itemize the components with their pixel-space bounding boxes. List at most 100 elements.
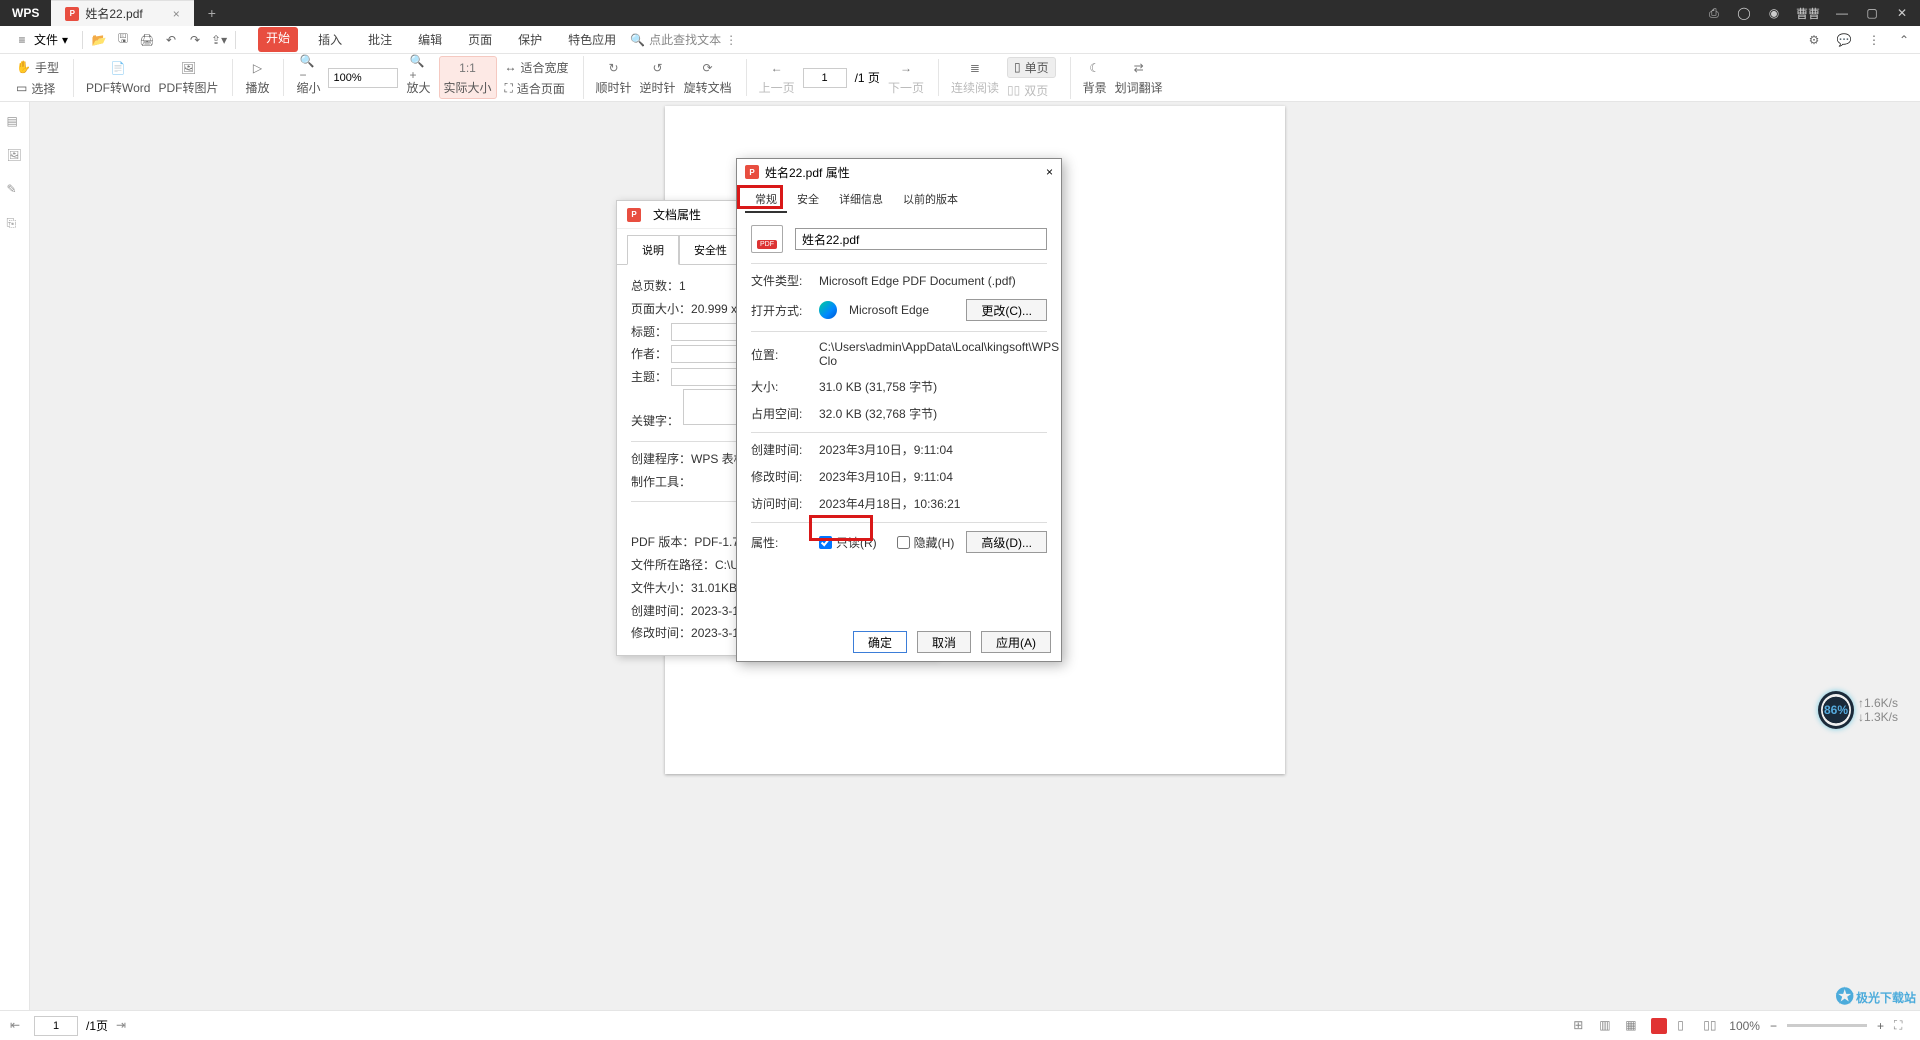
tab-general[interactable]: 常规 <box>745 187 787 213</box>
actual-size-button[interactable]: 1:1实际大小 <box>439 56 497 99</box>
status-page-input[interactable] <box>34 1016 78 1036</box>
select-tool[interactable]: ▭选择 <box>16 80 59 97</box>
overflow-icon[interactable]: ⋮ <box>1866 32 1882 48</box>
top-toolbar: ≡ 文件 ▾ 📂 🖫 🖨 ↶ ↷ ⇪▾ 开始 插入 批注 编辑 页面 保护 特色… <box>0 26 1920 54</box>
more-icon: ⋮ <box>725 33 737 47</box>
spread-icon[interactable]: ▯▯ <box>1703 1018 1719 1034</box>
page-number-input[interactable] <box>803 68 847 88</box>
tab-description[interactable]: 说明 <box>627 235 679 265</box>
maximize-icon[interactable]: ▢ <box>1864 5 1880 21</box>
fit-page-button[interactable]: ⛶适合页面 <box>505 80 569 97</box>
double-page-button[interactable]: ▯▯双页 <box>1007 82 1056 99</box>
rotate-doc-button[interactable]: ⟳旋转文档 <box>684 59 732 96</box>
close-icon[interactable]: × <box>1046 165 1053 179</box>
export-icon[interactable]: ⇪▾ <box>211 32 227 48</box>
tab-page[interactable]: 页面 <box>462 27 498 52</box>
fit-width-button[interactable]: ↔适合宽度 <box>505 59 569 76</box>
play-button[interactable]: ▷播放 <box>245 59 269 96</box>
notification-icon[interactable]: ⎙ <box>1706 5 1722 21</box>
add-tab-button[interactable]: + <box>194 5 230 21</box>
background-button[interactable]: ☾背景 <box>1083 59 1107 96</box>
fullscreen-icon[interactable]: ⛶ <box>1894 1018 1910 1034</box>
document-canvas: P 文档属性 说明 安全性 总页数：1 页面大小：20.999 x 29 标题：… <box>30 102 1920 1010</box>
readonly-checkbox[interactable]: 只读(R) <box>819 534 877 551</box>
next-page-button[interactable]: →下一页 <box>888 59 924 96</box>
document-tab[interactable]: P 姓名22.pdf × <box>51 0 193 26</box>
tab-start[interactable]: 开始 <box>258 27 298 52</box>
pdf-to-word-button[interactable]: 📄PDF转Word <box>86 59 150 96</box>
page-icon[interactable]: ▯ <box>1677 1018 1693 1034</box>
apply-button[interactable]: 应用(A) <box>981 631 1051 653</box>
last-page-icon[interactable]: ⇥ <box>116 1018 132 1034</box>
sync-icon[interactable]: ◯ <box>1736 5 1752 21</box>
app-logo: WPS <box>0 6 51 20</box>
feedback-icon[interactable]: 💬 <box>1836 32 1852 48</box>
edge-icon <box>819 301 837 319</box>
filename-input[interactable] <box>795 228 1047 250</box>
tab-insert[interactable]: 插入 <box>312 27 348 52</box>
zoom-out-icon[interactable]: − <box>1770 1019 1777 1033</box>
tab-title: 姓名22.pdf <box>85 5 142 22</box>
attachment-icon[interactable]: ⎘ <box>7 216 23 232</box>
left-sidebar: ▤ 🖼 ✎ ⎘ <box>0 102 30 1010</box>
tab-security[interactable]: 安全 <box>787 187 829 213</box>
status-zoom: 100% <box>1729 1019 1760 1033</box>
settings-icon[interactable]: ⚙ <box>1806 32 1822 48</box>
thumbnails-icon[interactable]: ▤ <box>7 114 23 130</box>
pdf-icon: P <box>627 208 641 222</box>
rotate-ccw-button[interactable]: ↺逆时针 <box>640 59 676 96</box>
tab-special[interactable]: 特色应用 <box>562 27 622 52</box>
cancel-button[interactable]: 取消 <box>917 631 971 653</box>
tab-previous-versions[interactable]: 以前的版本 <box>893 187 968 213</box>
advanced-button[interactable]: 高级(D)... <box>966 531 1047 553</box>
pdf-to-image-button[interactable]: 🖼PDF转图片 <box>158 59 218 96</box>
statusbar: ⇤ /1页 ⇥ ⊞ ▥ ▦ ▯ ▯▯ 100% − + ⛶ <box>0 1010 1920 1040</box>
undo-icon[interactable]: ↶ <box>163 32 179 48</box>
change-button[interactable]: 更改(C)... <box>966 299 1047 321</box>
image-icon[interactable]: 🖼 <box>7 148 23 164</box>
watermark: ✪极光下载站 <box>1836 984 1916 1010</box>
redo-icon[interactable]: ↷ <box>187 32 203 48</box>
layout-icon[interactable]: ▦ <box>1625 1018 1641 1034</box>
open-icon[interactable]: 📂 <box>91 32 107 48</box>
zoom-out-button[interactable]: 🔍−缩小 <box>296 59 320 96</box>
zoom-input[interactable] <box>328 68 398 88</box>
zoom-in-icon[interactable]: + <box>1877 1019 1884 1033</box>
single-page-button[interactable]: ▯单页 <box>1007 57 1056 78</box>
translate-button[interactable]: ⇄划词翻译 <box>1115 59 1163 96</box>
first-page-icon[interactable]: ⇤ <box>10 1018 26 1034</box>
tab-details[interactable]: 详细信息 <box>829 187 893 213</box>
collapse-icon[interactable]: ⌃ <box>1896 32 1912 48</box>
menu-tabs: 开始 插入 批注 编辑 页面 保护 特色应用 <box>258 27 622 52</box>
hidden-checkbox[interactable]: 隐藏(H) <box>897 534 955 551</box>
hand-tool[interactable]: ✋手型 <box>16 59 59 76</box>
print-icon[interactable]: 🖨 <box>139 32 155 48</box>
prev-page-button[interactable]: ←上一页 <box>759 59 795 96</box>
speed-gauge[interactable]: 86% ↑1.6K/s ↓1.3K/s <box>1818 690 1898 730</box>
continuous-read-button[interactable]: ≣连续阅读 <box>951 59 999 96</box>
pdf-icon: P <box>745 165 759 179</box>
record-icon[interactable] <box>1651 1018 1667 1034</box>
dialog-title: 文档属性 <box>653 206 701 223</box>
save-icon[interactable]: 🖫 <box>115 32 131 48</box>
search-box[interactable]: 🔍 点此查找文本 ⋮ <box>630 31 737 48</box>
tab-annotate[interactable]: 批注 <box>362 27 398 52</box>
view-icon[interactable]: ▥ <box>1599 1018 1615 1034</box>
rotate-cw-button[interactable]: ↻顺时针 <box>596 59 632 96</box>
zoom-slider[interactable] <box>1787 1024 1867 1027</box>
bookmark-icon[interactable]: ✎ <box>7 182 23 198</box>
file-menu-button[interactable]: ≡ 文件 ▾ <box>8 29 74 50</box>
tab-security[interactable]: 安全性 <box>679 235 742 264</box>
zoom-in-button[interactable]: 🔍+放大 <box>406 59 430 96</box>
page-total: /1 页 <box>855 69 880 86</box>
tool-icon[interactable]: ⊞ <box>1573 1018 1589 1034</box>
close-window-icon[interactable]: ✕ <box>1894 5 1910 21</box>
minimize-icon[interactable]: — <box>1834 5 1850 21</box>
ribbon: ✋手型 ▭选择 📄PDF转Word 🖼PDF转图片 ▷播放 🔍−缩小 🔍+放大 … <box>0 54 1920 102</box>
user-avatar[interactable]: ◉ <box>1766 5 1782 21</box>
user-name: 曹曹 <box>1796 5 1820 22</box>
ok-button[interactable]: 确定 <box>853 631 907 653</box>
close-icon[interactable]: × <box>173 7 180 21</box>
tab-edit[interactable]: 编辑 <box>412 27 448 52</box>
tab-protect[interactable]: 保护 <box>512 27 548 52</box>
